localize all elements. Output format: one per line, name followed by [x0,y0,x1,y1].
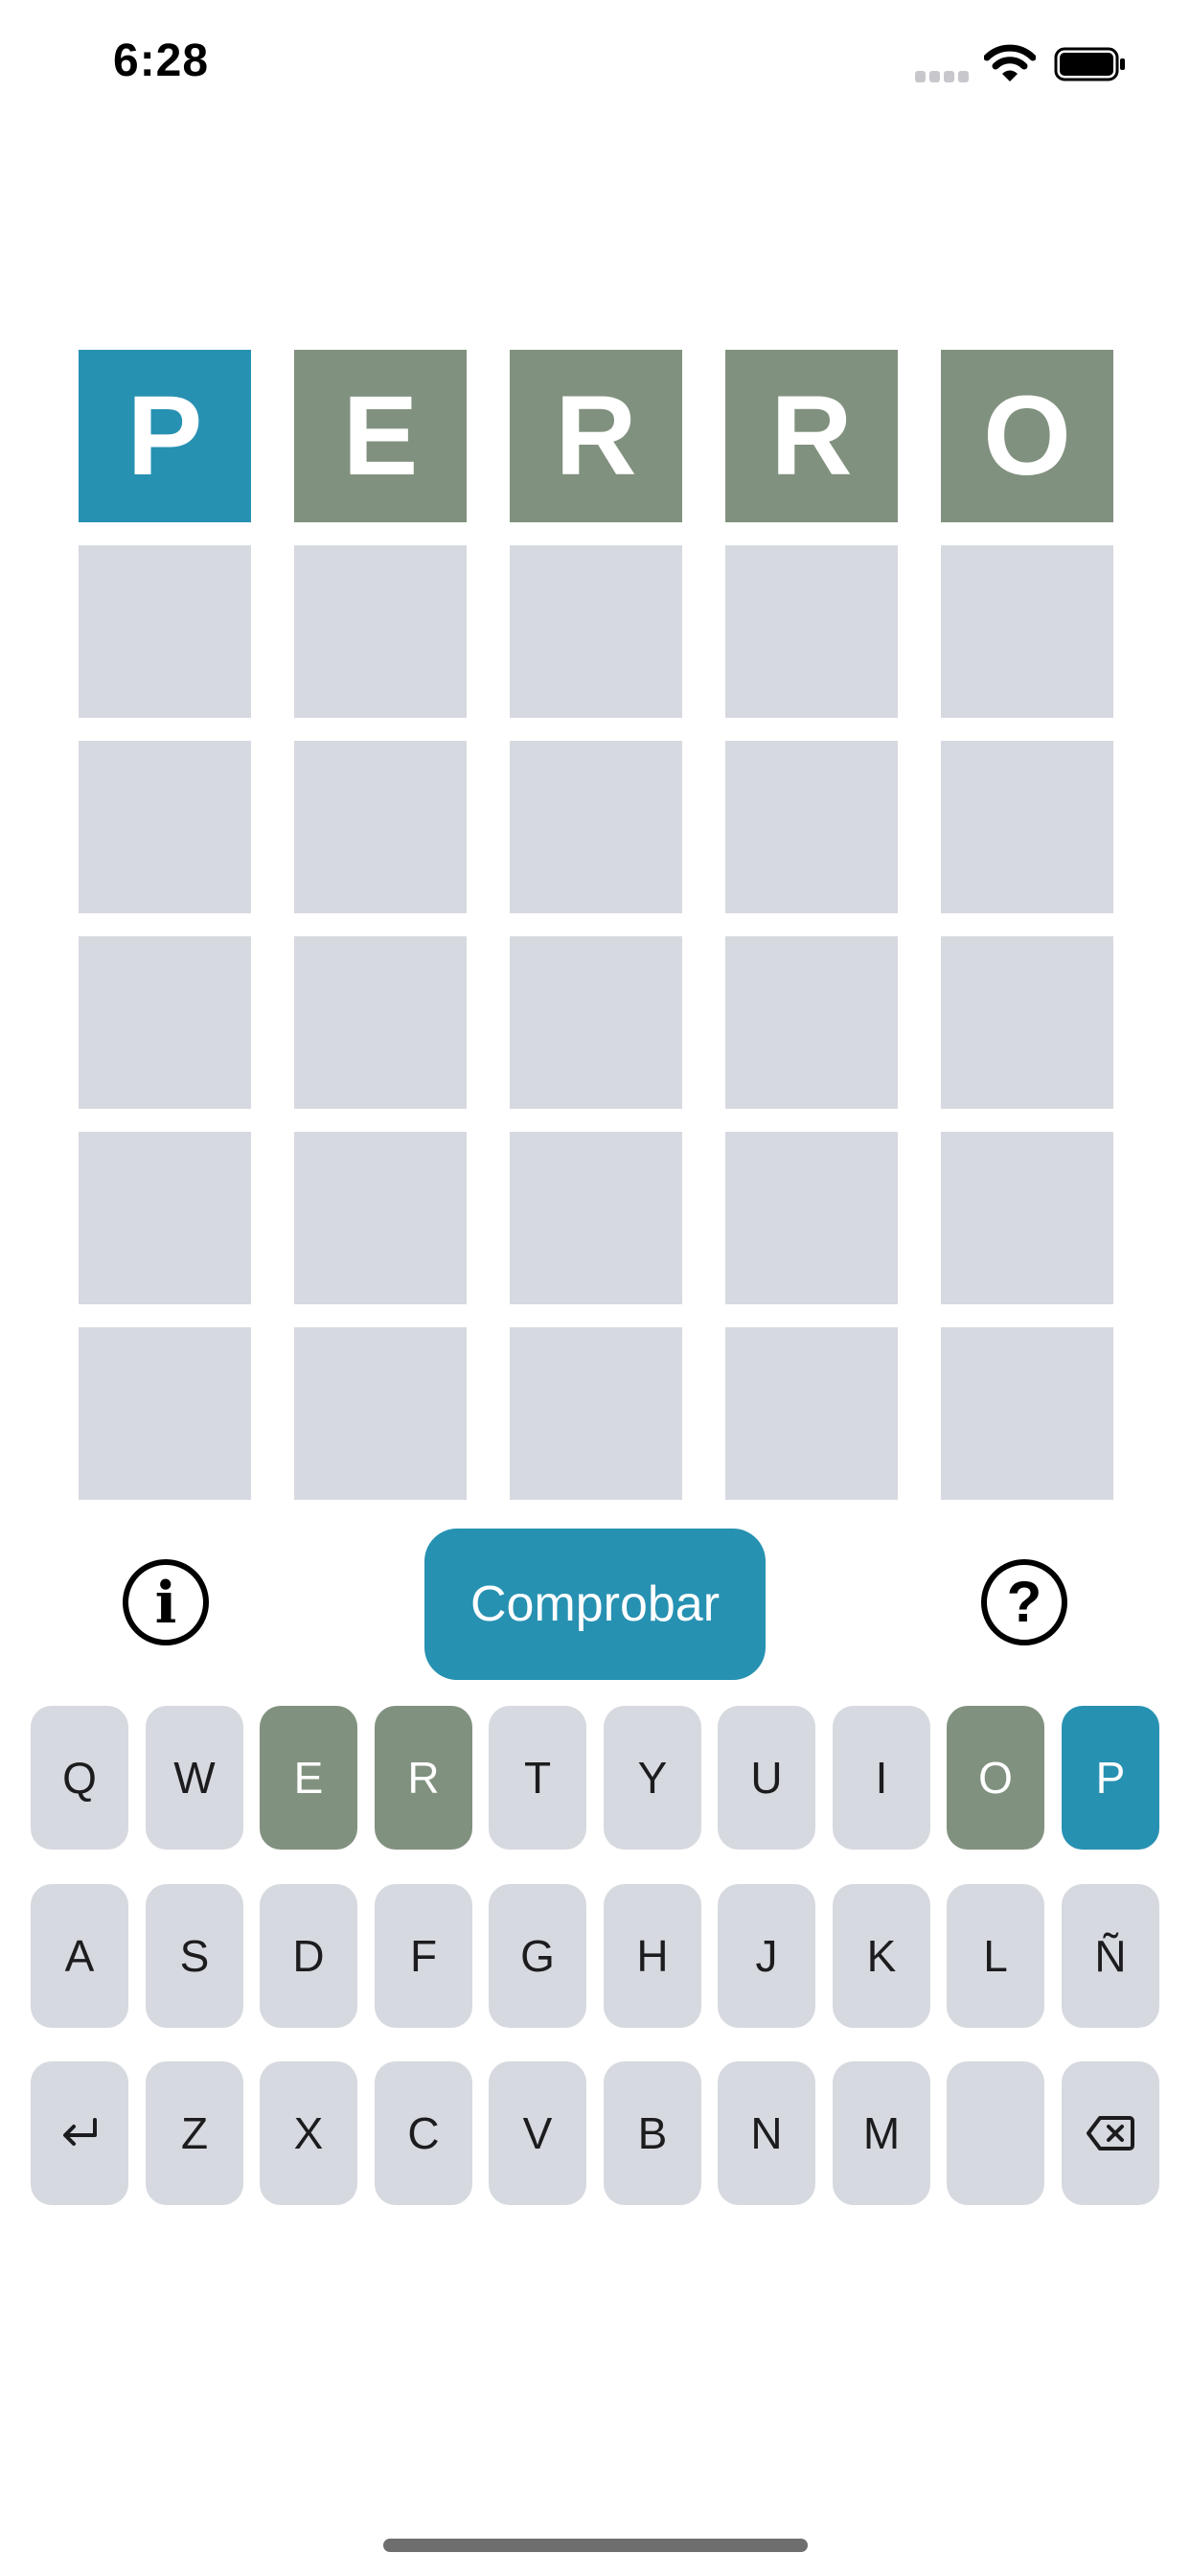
board-tile [510,936,682,1109]
help-button[interactable]: ? [981,1559,1067,1645]
board-tile [294,1132,467,1304]
wifi-icon [983,44,1037,82]
key-v[interactable]: V [489,2061,586,2205]
board-tile [79,936,251,1109]
key-g[interactable]: G [489,1884,586,2028]
key-n[interactable]: N [718,2061,815,2205]
info-icon: i [154,1570,177,1637]
delete-key[interactable] [1062,2061,1159,2205]
key-d[interactable]: D [260,1884,357,2028]
board-tile: O [941,350,1113,522]
key-j[interactable]: J [718,1884,815,2028]
board-tile [510,741,682,913]
board-tile [941,545,1113,718]
board-tile [941,1327,1113,1500]
key-e[interactable]: E [260,1706,357,1850]
check-button[interactable]: Comprobar [424,1529,766,1680]
key-r[interactable]: R [375,1706,472,1850]
key-b[interactable]: B [604,2061,701,2205]
key-l[interactable]: L [947,1884,1044,2028]
key-s[interactable]: S [146,1884,243,2028]
board-tile [294,741,467,913]
status-time: 6:28 [113,35,210,86]
key-c[interactable]: C [375,2061,472,2205]
board-tile [294,1327,467,1500]
board-tile [510,545,682,718]
key-y[interactable]: Y [604,1706,701,1850]
board-tile: P [79,350,251,522]
board-tile [941,936,1113,1109]
board-tile [725,545,898,718]
return-icon [57,2114,103,2152]
board-tile [79,1327,251,1500]
board-tile: R [725,350,898,522]
board-tile [79,741,251,913]
battery-full-icon [1054,47,1127,81]
home-indicator [383,2539,808,2552]
key-f[interactable]: F [375,1884,472,2028]
cellular-signal-icon [915,71,969,82]
blank-key[interactable] [947,2061,1044,2205]
enter-key[interactable] [31,2061,128,2205]
board-tile [510,1132,682,1304]
board-tile [941,741,1113,913]
board-tile: R [510,350,682,522]
key-i[interactable]: I [833,1706,930,1850]
status-bar: 6:28 [0,0,1190,126]
key-ñ[interactable]: Ñ [1062,1884,1159,2028]
info-button[interactable]: i [123,1559,209,1645]
game-board: PERRO [79,350,1113,1500]
key-u[interactable]: U [718,1706,815,1850]
key-m[interactable]: M [833,2061,930,2205]
key-x[interactable]: X [260,2061,357,2205]
key-t[interactable]: T [489,1706,586,1850]
board-tile [725,741,898,913]
board-tile [725,936,898,1109]
key-p[interactable]: P [1062,1706,1159,1850]
board-tile [294,936,467,1109]
key-w[interactable]: W [146,1706,243,1850]
key-k[interactable]: K [833,1884,930,2028]
key-o[interactable]: O [947,1706,1044,1850]
key-h[interactable]: H [604,1884,701,2028]
board-tile [294,545,467,718]
help-icon: ? [1006,1570,1042,1634]
delete-icon [1087,2115,1134,2151]
key-q[interactable]: Q [31,1706,128,1850]
board-tile [725,1132,898,1304]
board-tile [79,1132,251,1304]
board-tile [941,1132,1113,1304]
board-tile [79,545,251,718]
key-z[interactable]: Z [146,2061,243,2205]
board-tile: E [294,350,467,522]
board-tile [510,1327,682,1500]
key-a[interactable]: A [31,1884,128,2028]
board-tile [725,1327,898,1500]
